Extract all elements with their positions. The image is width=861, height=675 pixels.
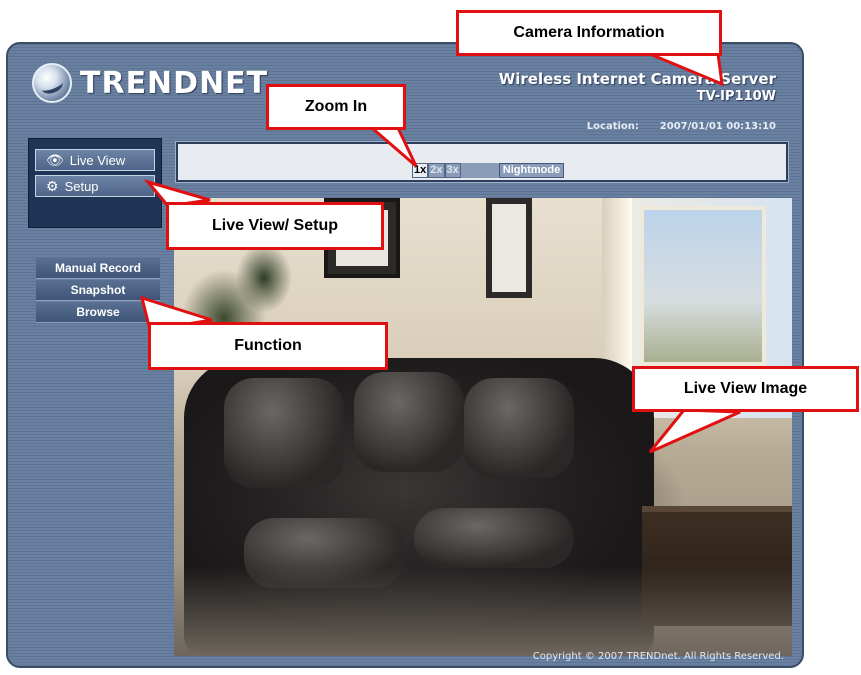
- camera-information: Wireless Internet Camera Server TV-IP110…: [499, 70, 776, 104]
- image-floor: [174, 566, 792, 656]
- callout-zoom-in: Zoom In: [266, 84, 406, 130]
- zoom-1x-button[interactable]: 1x: [412, 162, 429, 178]
- location-label: Location:: [586, 121, 639, 132]
- gears-icon: ⚙: [46, 178, 59, 194]
- live-view-button[interactable]: 👁 Live View: [35, 149, 155, 171]
- callout-live-view-setup: Live View/ Setup: [166, 202, 384, 250]
- trendnet-logo-icon: [32, 63, 72, 103]
- camera-datetime: 2007/01/01 00:13:10: [659, 121, 776, 132]
- callout-live-view-image: Live View Image: [632, 366, 859, 412]
- live-view-image: [174, 198, 792, 656]
- setup-button[interactable]: ⚙ Setup: [35, 175, 155, 197]
- camera-title: Wireless Internet Camera Server: [498, 70, 776, 88]
- browse-button[interactable]: Browse: [36, 302, 160, 323]
- location-line: Location: 2007/01/01 00:13:10: [587, 121, 776, 132]
- eye-icon: 👁: [46, 152, 64, 168]
- copyright: Copyright © 2007 TRENDnet. All Rights Re…: [532, 651, 784, 662]
- nav-box: 👁 Live View ⚙ Setup: [28, 138, 162, 228]
- manual-record-button[interactable]: Manual Record: [36, 258, 160, 279]
- zoom-controls: 1x 2x 3x Nightmode: [412, 162, 565, 178]
- nightmode-button[interactable]: Nightmode: [498, 162, 565, 178]
- zoom-bar: 1x 2x 3x Nightmode: [175, 141, 789, 183]
- zoom-2x-button[interactable]: 2x: [428, 162, 445, 178]
- setup-label: Setup: [64, 178, 99, 194]
- zoom-3x-button[interactable]: 3x: [444, 162, 461, 178]
- camera-model: TV-IP110W: [696, 89, 776, 104]
- trendnet-logo: TRENDNET: [32, 60, 268, 106]
- zoom-spacer: [460, 162, 499, 178]
- logo-text: TRENDNET: [80, 65, 269, 101]
- callout-camera-information: Camera Information: [456, 10, 722, 56]
- live-view-label: Live View: [69, 152, 126, 168]
- callout-function: Function: [148, 322, 388, 370]
- camera-web-panel: TRENDNET Wireless Internet Camera Server…: [6, 42, 804, 668]
- image-picture-frame: [486, 198, 532, 298]
- image-window: [640, 206, 766, 366]
- snapshot-button[interactable]: Snapshot: [36, 280, 160, 301]
